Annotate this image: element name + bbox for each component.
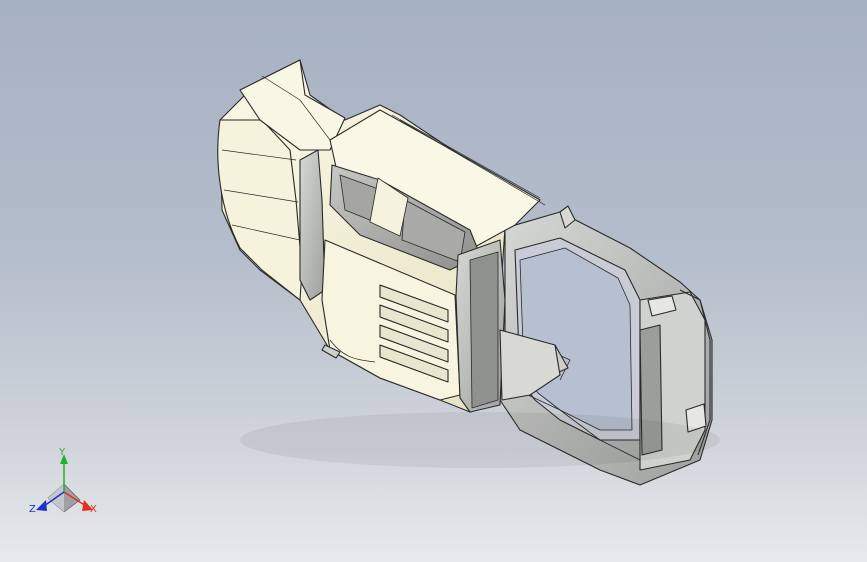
ground-shadow — [240, 412, 720, 468]
x-axis-label: X — [90, 504, 97, 515]
cad-viewport[interactable]: Y X Z — [0, 0, 867, 562]
y-axis-label: Y — [59, 447, 66, 458]
car-body-model[interactable] — [0, 0, 867, 562]
z-axis-arrow — [36, 500, 47, 511]
axis-triad[interactable] — [36, 454, 93, 513]
z-axis-label: Z — [29, 504, 36, 515]
